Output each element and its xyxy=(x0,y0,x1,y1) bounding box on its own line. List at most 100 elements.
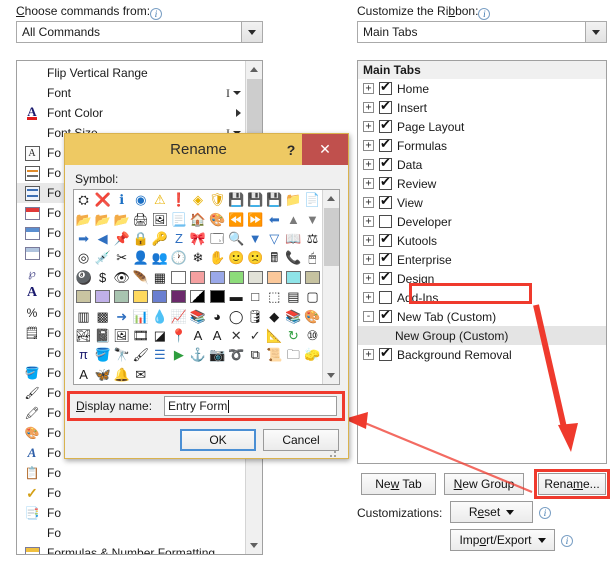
ribbon-tree-checkbox[interactable] xyxy=(379,80,392,95)
camera-icon[interactable]: 📷 xyxy=(208,345,227,364)
printer-icon[interactable]: 🖨 xyxy=(131,209,150,228)
brush-icon[interactable]: 🖌 xyxy=(131,345,150,364)
play-green-icon[interactable]: ▶ xyxy=(169,345,188,364)
rewind-icon[interactable]: ⏪ xyxy=(227,209,246,228)
list-icon[interactable]: ☰ xyxy=(150,345,169,364)
dialog-titlebar[interactable]: Rename ? ✕ xyxy=(65,134,348,165)
refresh-icon[interactable]: ↻ xyxy=(284,326,303,345)
ribbon-tree-checkbox[interactable] xyxy=(379,175,392,190)
stack-books-icon[interactable]: 📚 xyxy=(284,306,303,325)
new-group-button[interactable]: New Group xyxy=(444,473,524,495)
copy-icon[interactable]: ⧉ xyxy=(246,345,265,364)
import-export-button[interactable]: Import/Export xyxy=(450,529,555,551)
tree-expander-plus-icon[interactable]: + xyxy=(363,254,374,265)
tree-expander-plus-icon[interactable]: + xyxy=(363,102,374,113)
calculator-icon[interactable]: 🖩 xyxy=(265,248,284,267)
droplet-icon[interactable]: 💧 xyxy=(150,306,169,325)
ribbon-tree-checkbox[interactable] xyxy=(379,232,392,247)
ribbon-tree-item[interactable]: + Add-Ins xyxy=(358,288,606,307)
ribbon-tree-checkbox[interactable] xyxy=(379,251,392,266)
phone-icon[interactable]: 📞 xyxy=(284,248,303,267)
cylinder-icon[interactable]: 🛢 xyxy=(246,306,265,325)
ribbon-tree-item[interactable]: + Kutools xyxy=(358,231,606,250)
ribbon-tree-item[interactable]: + Page Layout xyxy=(358,117,606,136)
ribbon-tree-item[interactable]: + Formulas xyxy=(358,136,606,155)
save-icon[interactable]: 💾 xyxy=(227,190,246,209)
help-button[interactable]: ? xyxy=(280,142,302,158)
dollar-icon[interactable]: $ xyxy=(93,268,112,287)
scroll-up-icon[interactable] xyxy=(323,190,339,207)
new-document-icon[interactable]: 📄 xyxy=(303,190,322,209)
scrollbar-thumb[interactable] xyxy=(324,208,339,266)
landscape-icon[interactable]: 🏞 xyxy=(74,326,93,345)
green-swatch[interactable] xyxy=(227,268,246,287)
paint-box-icon[interactable]: 🎨 xyxy=(303,306,322,325)
scroll-up-icon[interactable] xyxy=(246,61,262,78)
cyan-swatch[interactable] xyxy=(284,268,303,287)
quick-print-icon[interactable]: 📃 xyxy=(169,209,188,228)
scroll-down-icon[interactable] xyxy=(323,367,339,384)
yellow-diamond-alert-icon[interactable]: ◈ xyxy=(188,190,207,209)
tree-expander-plus-icon[interactable]: + xyxy=(363,83,374,94)
ribbon-tree-item[interactable]: + Design xyxy=(358,269,606,288)
filter-icon[interactable]: ▼ xyxy=(246,229,265,248)
dotted-square-icon[interactable]: ⬚ xyxy=(265,287,284,306)
ribbon-icon[interactable]: 🎀 xyxy=(188,229,207,248)
command-list-item[interactable]: Fo xyxy=(17,523,244,543)
chevron-down-icon[interactable] xyxy=(585,22,606,42)
blue-swatch[interactable] xyxy=(208,268,227,287)
command-row-affordance[interactable]: I xyxy=(226,86,241,101)
tree-expander-plus-icon[interactable]: + xyxy=(363,121,374,132)
ribbon-tree-item[interactable]: - New Tab (Custom) xyxy=(358,307,606,326)
yellow-swatch[interactable] xyxy=(131,287,150,306)
diamond-icon[interactable]: ◆ xyxy=(265,306,284,325)
khaki-swatch[interactable] xyxy=(74,287,93,306)
binary-icon[interactable]: ⑩ xyxy=(303,326,322,345)
checker-icon[interactable]: ▩ xyxy=(93,306,112,325)
hand-icon[interactable]: ✋ xyxy=(208,248,227,267)
ribbon-tree-checkbox[interactable] xyxy=(379,308,392,323)
peach-swatch[interactable] xyxy=(265,268,284,287)
ribbon-tree-checkbox[interactable] xyxy=(379,346,392,361)
back-arrow-icon[interactable]: ⬅ xyxy=(265,209,284,228)
copy-folder-icon[interactable]: 📂 xyxy=(93,209,112,228)
notebook-icon[interactable]: 📓 xyxy=(93,326,112,345)
save-as-icon[interactable]: 💾 xyxy=(246,190,265,209)
binoculars-icon[interactable]: 🔭 xyxy=(112,345,131,364)
ribbon-tree-item[interactable]: + View xyxy=(358,193,606,212)
search-icon[interactable]: 🔍 xyxy=(227,229,246,248)
x-mark-icon[interactable]: ✕ xyxy=(227,326,246,345)
eraser-icon[interactable]: 🧽 xyxy=(303,345,322,364)
rope-icon[interactable]: ➰ xyxy=(227,345,246,364)
z-icon[interactable]: Z xyxy=(169,229,188,248)
save-copy-icon[interactable]: 💾 xyxy=(265,190,284,209)
letter-a-gray-icon[interactable]: A xyxy=(208,326,227,345)
sage-swatch[interactable] xyxy=(112,287,131,306)
tree-expander-plus-icon[interactable]: + xyxy=(363,292,374,303)
half-fill-icon[interactable]: ▬ xyxy=(227,287,246,306)
wordart-icon[interactable]: A xyxy=(74,365,93,384)
gray-swatch[interactable] xyxy=(303,268,322,287)
photo-frame-icon[interactable]: 🖼 xyxy=(112,326,131,345)
bell-icon[interactable]: 🔔 xyxy=(112,365,131,384)
ribbon-tree-checkbox[interactable] xyxy=(379,215,392,228)
purple-swatch[interactable] xyxy=(169,287,188,306)
empty-square-icon[interactable]: ▢ xyxy=(303,287,322,306)
ribbon-tree[interactable]: Main Tabs + Home + Insert + Page Layout + Formu… xyxy=(357,60,607,464)
eight-ball-icon[interactable]: 🎱 xyxy=(74,268,93,287)
rename-button[interactable]: Rename... xyxy=(538,473,606,495)
tree-expander-plus-icon[interactable]: + xyxy=(363,178,374,189)
ribbon-tree-checkbox[interactable] xyxy=(379,270,392,285)
down-arrow-icon[interactable]: ▼ xyxy=(303,209,322,228)
lightgray-swatch[interactable] xyxy=(246,268,265,287)
pushpin-icon[interactable]: 📍 xyxy=(169,326,188,345)
arrow-circle-icon[interactable]: ➜ xyxy=(112,306,131,325)
gradient-tri-icon[interactable]: ◪ xyxy=(150,326,169,345)
white-swatch[interactable] xyxy=(169,268,188,287)
command-row-affordance[interactable] xyxy=(236,109,241,117)
window-icon[interactable]: 🗔 xyxy=(208,229,227,248)
symbol-picker[interactable]: ⛭ ❌ ℹ ◉ ⚠ ❗ ◈ 🛡 💾 💾 💾 📁 📄 📂 📂 📂 🖨 🖼 📃 🏠 🎨 ⏪ ⏩ ⬅ ▲ ▼ ➡ ◀ 📌 🔒 🔑 Z 🎀 🗔 🔍 ▼ ▽ 📖 ⚖ ◎… xyxy=(73,189,340,385)
ribbon-tree-checkbox[interactable] xyxy=(379,118,392,133)
choose-commands-dropdown[interactable]: All Commands xyxy=(16,21,263,43)
bar-chart-icon[interactable]: 📊 xyxy=(131,306,150,325)
